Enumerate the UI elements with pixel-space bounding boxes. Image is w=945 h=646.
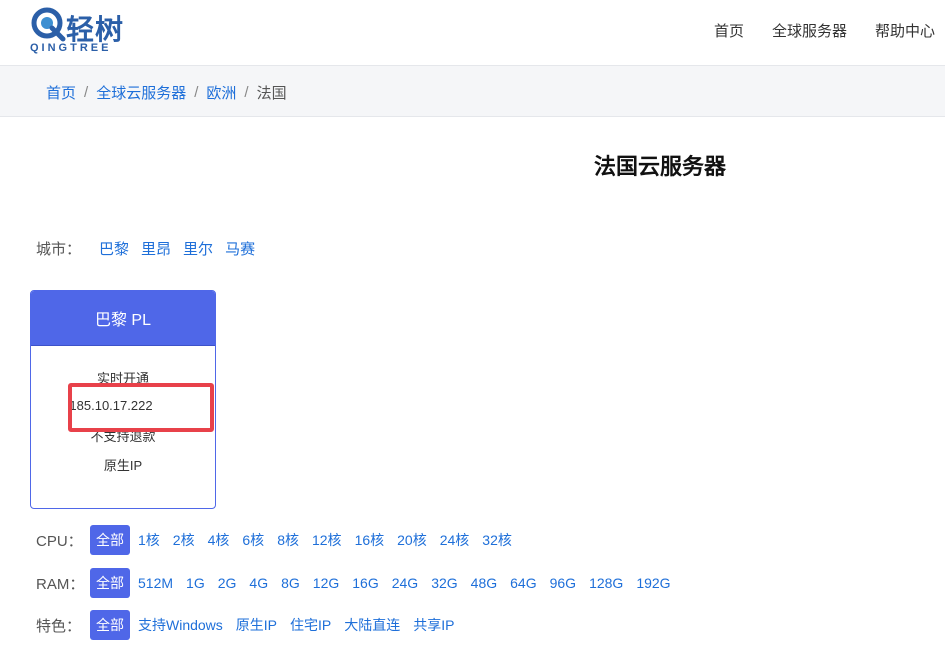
city-filter: 城市： 巴黎 里昂 里尔 马赛 [36, 238, 267, 259]
city-lyon[interactable]: 里昂 [141, 238, 171, 259]
city-marseille[interactable]: 马赛 [225, 238, 255, 259]
feature-option[interactable]: 住宅IP [290, 615, 331, 635]
feature-filter-label: 特色： [36, 617, 82, 635]
ram-option[interactable]: 32G [431, 575, 457, 591]
cpu-option[interactable]: 12核 [312, 530, 342, 550]
cpu-option[interactable]: 16核 [355, 530, 385, 550]
logo-q-icon [31, 7, 66, 42]
breadcrumb-europe[interactable]: 欧洲 [206, 82, 236, 103]
ram-option[interactable]: 2G [218, 575, 237, 591]
cpu-option[interactable]: 4核 [208, 530, 230, 550]
cpu-filter-label: CPU： [36, 532, 83, 550]
ram-option[interactable]: 192G [636, 575, 670, 591]
city-lille[interactable]: 里尔 [183, 238, 213, 259]
nav-global-servers[interactable]: 全球服务器 [772, 20, 847, 41]
top-nav: 首页 全球服务器 帮助中心 [714, 20, 935, 41]
breadcrumb-separator: / [244, 84, 249, 101]
breadcrumb-home[interactable]: 首页 [46, 82, 76, 103]
page-title: 法国云服务器 [594, 154, 727, 179]
qingtree-logo[interactable]: 轻树 QINGTREE [30, 6, 130, 58]
feature-filter: 特色： 全部 支持Windows 原生IP 住宅IP 大陆直连 共享IP [36, 610, 468, 640]
ram-option[interactable]: 48G [471, 575, 497, 591]
feature-option[interactable]: 原生IP [236, 615, 277, 635]
ram-option[interactable]: 8G [281, 575, 300, 591]
server-card-title: 巴黎 PL [31, 291, 215, 345]
cpu-option[interactable]: 20核 [397, 530, 427, 550]
ram-option[interactable]: 128G [589, 575, 623, 591]
cpu-option[interactable]: 24核 [440, 530, 470, 550]
ram-filter-all[interactable]: 全部 [90, 568, 130, 598]
breadcrumb-bar: 首页 / 全球云服务器 / 欧洲 / 法国 [0, 66, 945, 117]
ram-option[interactable]: 64G [510, 575, 536, 591]
card-feature-native-ip: 原生IP [103, 458, 143, 473]
feature-option[interactable]: 大陆直连 [344, 615, 400, 635]
ram-filter: RAM： 全部 512M 1G 2G 4G 8G 12G 16G 24G 32G… [36, 568, 684, 598]
breadcrumb-separator: / [84, 84, 89, 101]
cpu-option[interactable]: 1核 [138, 530, 160, 550]
cpu-filter: CPU： 全部 1核 2核 4核 6核 8核 12核 16核 20核 24核 3… [36, 525, 525, 555]
city-label: 城市： [36, 241, 82, 258]
breadcrumb-current: 法国 [256, 85, 287, 102]
feature-option[interactable]: 支持Windows [138, 615, 223, 635]
nav-home[interactable]: 首页 [714, 20, 744, 41]
breadcrumb-global-cloud[interactable]: 全球云服务器 [96, 82, 186, 103]
cpu-option[interactable]: 6核 [242, 530, 264, 550]
cpu-option[interactable]: 32核 [482, 530, 512, 550]
nav-help-center[interactable]: 帮助中心 [875, 20, 935, 41]
ram-option[interactable]: 96G [550, 575, 576, 591]
ram-filter-label: RAM： [36, 575, 85, 593]
feature-filter-all[interactable]: 全部 [90, 610, 130, 640]
cpu-filter-all[interactable]: 全部 [90, 525, 130, 555]
breadcrumb: 首页 / 全球云服务器 / 欧洲 / 法国 [46, 82, 287, 103]
cpu-option[interactable]: 2核 [173, 530, 195, 550]
ram-option[interactable]: 16G [352, 575, 378, 591]
logo-subtext: QINGTREE [30, 42, 112, 54]
breadcrumb-separator: / [194, 84, 199, 101]
ram-option[interactable]: 512M [138, 575, 173, 591]
ram-option[interactable]: 1G [186, 575, 205, 591]
ram-option[interactable]: 12G [313, 575, 339, 591]
feature-option[interactable]: 共享IP [413, 615, 454, 635]
cpu-option[interactable]: 8核 [277, 530, 299, 550]
highlight-annotation-box [68, 383, 214, 432]
ram-option[interactable]: 4G [249, 575, 268, 591]
city-paris[interactable]: 巴黎 [99, 238, 129, 259]
site-header: 轻树 QINGTREE 首页 全球服务器 帮助中心 [0, 0, 945, 66]
ram-option[interactable]: 24G [392, 575, 418, 591]
